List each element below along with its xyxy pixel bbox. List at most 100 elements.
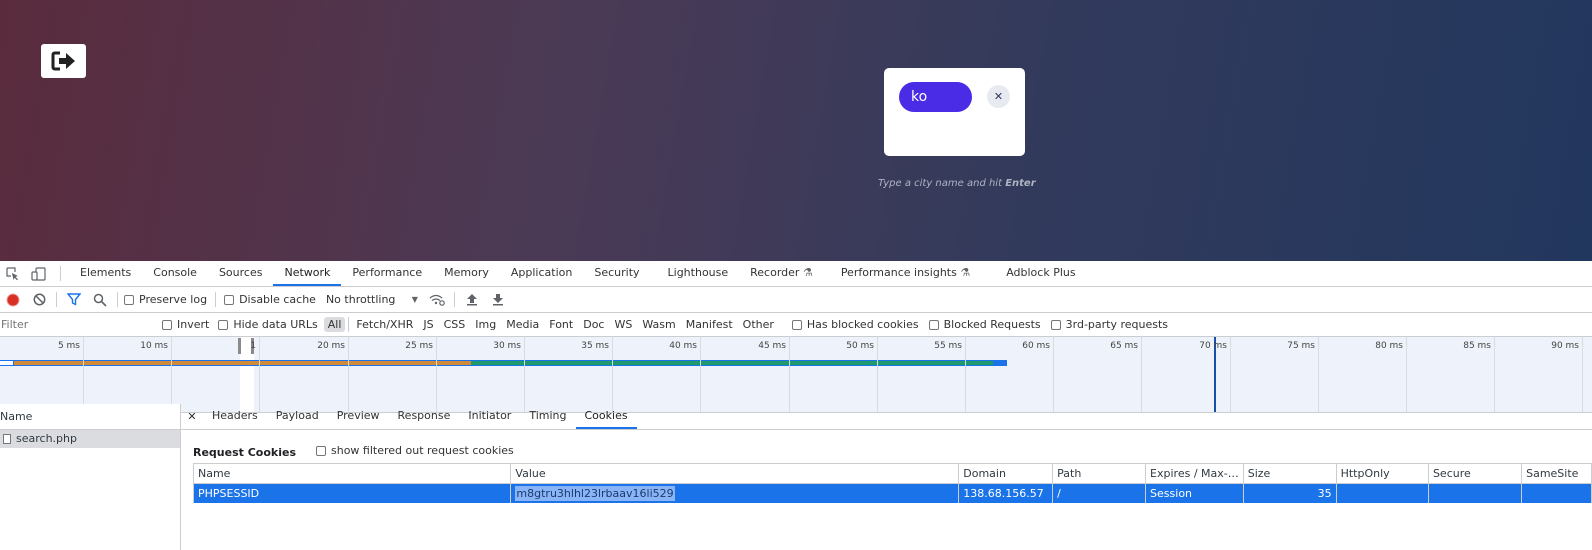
filter-icon [67,293,81,306]
invert-checkbox[interactable]: Invert [162,318,209,331]
timeline-gridline [1582,337,1583,412]
blocked-requests-checkbox[interactable]: Blocked Requests [928,318,1041,331]
timeline-gridline [1318,337,1319,412]
cookie-size[interactable]: 35 [1242,483,1337,503]
cookie-domain[interactable]: 138.68.156.57 [958,483,1054,503]
checkbox-box[interactable] [791,319,802,330]
column-header-httponly[interactable]: HttpOnly [1335,463,1429,484]
flask-icon: ⚗ [802,266,813,279]
tab-payload[interactable]: Payload [267,404,328,429]
tab-console[interactable]: Console [142,261,208,286]
clear-button[interactable] [26,287,52,312]
type-filter-manifest[interactable]: Manifest [682,317,737,332]
tab-adblock-plus[interactable]: Adblock Plus [995,261,1086,286]
inspect-element-icon[interactable] [0,261,26,286]
checkbox-box[interactable] [928,319,939,330]
cookie-value-cell[interactable]: m8gtru3hlhl23lrbaav16li529 [510,483,960,503]
checkbox-box[interactable] [162,319,172,330]
logout-button[interactable] [41,44,86,78]
tab-timing[interactable]: Timing [520,404,575,429]
tab-recorder[interactable]: Recorder ⚗ [739,261,824,286]
tab-preview[interactable]: Preview [328,404,389,429]
city-search-input[interactable]: ko [899,82,972,112]
checkbox-box[interactable] [218,319,229,330]
tab-initiator[interactable]: Initiator [459,404,520,429]
tab-performance[interactable]: Performance [341,261,433,286]
import-har-button[interactable] [459,287,485,312]
filter-input[interactable] [0,316,150,333]
tab-application[interactable]: Application [500,261,583,286]
column-header-value[interactable]: Value [510,463,960,484]
checkbox-box[interactable] [1050,319,1061,330]
record-button[interactable] [0,287,26,312]
device-toolbar-icon[interactable] [26,261,52,286]
cookie-samesite[interactable] [1521,483,1592,503]
clear-icon [33,293,45,306]
network-overview-timeline[interactable]: 5 ms 10 ms 1 20 ms 25 ms 30 ms 35 ms 40 ms 45 ms… [0,337,1592,413]
tab-security[interactable]: Security [583,261,650,286]
export-har-button[interactable] [485,287,511,312]
tab-cookies[interactable]: Cookies [575,404,637,429]
tab-response[interactable]: Response [389,404,460,429]
throttling-select[interactable]: No throttling ▼ [326,293,418,306]
clear-search-button[interactable]: ✕ [987,85,1010,108]
tab-headers[interactable]: Headers [203,404,267,429]
request-row[interactable]: search.php [0,430,180,448]
cookie-secure[interactable] [1427,483,1523,503]
checkbox-box[interactable] [224,294,235,305]
type-filter-wasm[interactable]: Wasm [638,317,679,332]
third-party-requests-checkbox[interactable]: 3rd-party requests [1050,318,1168,331]
cookie-name[interactable]: PHPSESSID [192,483,512,503]
cookie-expires[interactable]: Session [1145,483,1244,503]
hint-key: Enter [1005,178,1036,189]
type-filter-media[interactable]: Media [502,317,543,332]
request-list-header[interactable]: Name [0,404,180,430]
divider [348,317,350,332]
type-filter-img[interactable]: Img [471,317,500,332]
timeline-tick-label: 85 ms [1463,341,1491,351]
timeline-tick-label: 25 ms [405,341,433,351]
column-header-samesite[interactable]: SameSite [1521,463,1592,484]
timeline-tick-label: 10 ms [140,341,168,351]
divider [117,292,118,307]
preserve-log-checkbox[interactable]: Preserve log [124,293,207,306]
type-filter-all[interactable]: All [323,317,346,332]
column-header-expires[interactable]: Expires / Max-… [1145,463,1244,484]
filter-toggle-button[interactable] [61,287,87,312]
tab-performance-insights[interactable]: Performance insights ⚗ [830,261,981,286]
show-filtered-cookies-checkbox[interactable]: show filtered out request cookies [316,444,514,457]
tab-memory[interactable]: Memory [433,261,500,286]
cookie-row[interactable]: PHPSESSID m8gtru3hlhl23lrbaav16li529 138… [192,483,1592,503]
has-blocked-cookies-checkbox[interactable]: Has blocked cookies [791,318,919,331]
network-conditions-button[interactable] [424,287,450,312]
type-filter-font[interactable]: Font [545,317,577,332]
cookie-httponly[interactable] [1335,483,1429,503]
checkbox-box[interactable] [316,445,326,456]
divider [56,292,57,307]
search-card: ko ✕ [884,68,1025,156]
type-filter-ws[interactable]: WS [610,317,636,332]
tab-lighthouse[interactable]: Lighthouse [657,261,740,286]
checkbox-box[interactable] [124,294,134,305]
cookie-path[interactable]: / [1052,483,1147,503]
tab-sources[interactable]: Sources [208,261,274,286]
disable-cache-checkbox[interactable]: Disable cache [224,293,316,306]
column-header-domain[interactable]: Domain [958,463,1054,484]
flask-icon: ⚗ [960,266,971,279]
column-header-size[interactable]: Size [1242,463,1337,484]
hide-data-urls-checkbox[interactable]: Hide data URLs [218,318,318,331]
close-detail-button[interactable]: ✕ [181,410,203,423]
type-filter-css[interactable]: CSS [440,317,470,332]
column-header-path[interactable]: Path [1052,463,1147,484]
type-filter-other[interactable]: Other [739,317,778,332]
tab-network[interactable]: Network [273,261,342,286]
search-button[interactable] [87,287,113,312]
type-filter-js[interactable]: JS [419,317,437,332]
timeline-tick-label: 60 ms [1022,341,1050,351]
tab-elements[interactable]: Elements [69,261,142,286]
type-filter-fetch-xhr[interactable]: Fetch/XHR [352,317,417,332]
cookie-value[interactable]: m8gtru3hlhl23lrbaav16li529 [515,486,675,501]
column-header-secure[interactable]: Secure [1427,463,1523,484]
type-filter-doc[interactable]: Doc [579,317,608,332]
column-header-name[interactable]: Name [192,463,512,484]
